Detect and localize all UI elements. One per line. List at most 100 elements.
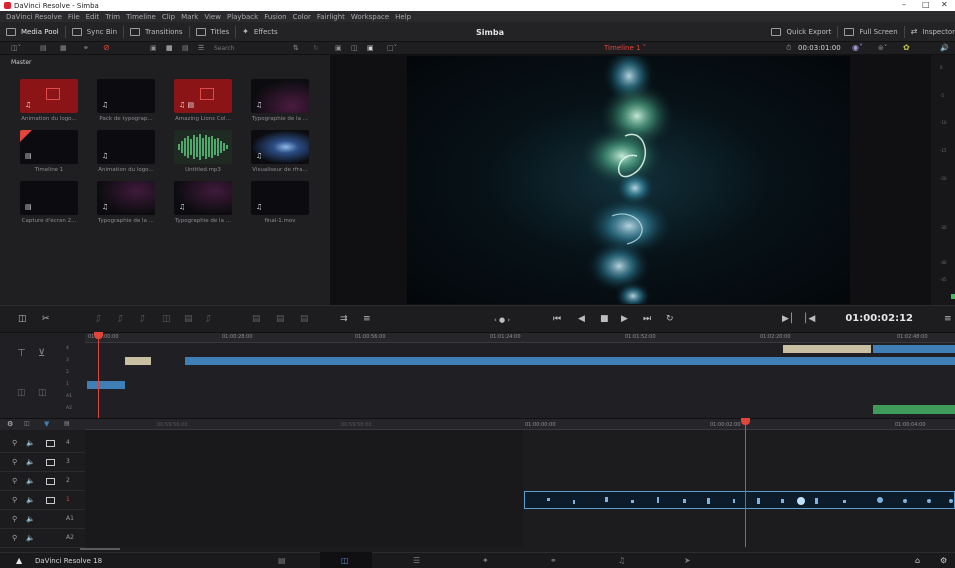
video-clip[interactable]	[873, 345, 955, 353]
sync-icon[interactable]: ↻	[313, 44, 319, 52]
clip-item[interactable]: Untitled.mp3	[174, 130, 232, 173]
color-swatch-icon[interactable]: ◉˅	[852, 43, 863, 52]
settings-gear-icon[interactable]: ⚙	[940, 556, 947, 565]
track-header[interactable]: ⚲ 🔈 1	[0, 491, 85, 510]
marker-icon[interactable]: ▼	[44, 420, 49, 428]
effects-button[interactable]: ✦ Effects	[236, 22, 284, 42]
close-up-icon[interactable]: ▤	[276, 314, 285, 324]
title-clip[interactable]	[125, 357, 151, 365]
speaker-icon[interactable]: 🔊	[940, 44, 949, 52]
dual-viewer-icon[interactable]: ◫	[351, 44, 358, 52]
playhead-handle[interactable]	[94, 332, 103, 339]
clip-item[interactable]: ♫ Typographie de la ...	[174, 181, 232, 224]
clip-item[interactable]: ♫ Animation du logo...	[20, 79, 78, 122]
track-header[interactable]: ⚲ 🔈 A2	[0, 529, 85, 548]
speaker-icon[interactable]: 🔈	[26, 496, 35, 504]
menu-mark[interactable]: Mark	[181, 13, 198, 21]
video-clip[interactable]	[87, 381, 125, 389]
quick-export-button[interactable]: Quick Export	[765, 22, 837, 42]
lower-timeline-ruler[interactable]: 00:59:56:00 00:59:58:00 01:00:00:00 01:0…	[85, 418, 955, 430]
snap-icon[interactable]: ◫	[24, 420, 30, 427]
cut-page-icon[interactable]: ◫	[341, 556, 349, 565]
maximize-icon[interactable]: □	[922, 0, 930, 9]
monitor-icon[interactable]	[46, 497, 55, 504]
media-pool-button[interactable]: Media Pool	[0, 22, 65, 42]
clip-item[interactable]: ▤ Capture d'écran 2...	[20, 181, 78, 224]
monitor-icon[interactable]	[46, 459, 55, 466]
flag-icon[interactable]: ◫	[38, 388, 47, 398]
track-header[interactable]: ⚲ 🔈 A1	[0, 510, 85, 529]
menu-fairlight[interactable]: Fairlight	[317, 13, 345, 21]
clip-item[interactable]: ♫ final-1.mov	[251, 181, 309, 224]
menu-clip[interactable]: Clip	[162, 13, 175, 21]
close-icon[interactable]: ✕	[941, 0, 948, 9]
menu-icon[interactable]: ≡	[944, 314, 952, 324]
full-screen-button[interactable]: Full Screen	[838, 22, 903, 42]
sync-bin-button[interactable]: Sync Bin	[66, 22, 123, 42]
fit-to-fill-icon[interactable]: ▤	[252, 314, 261, 324]
panel-toggle-icon[interactable]: ◫˅	[11, 44, 21, 52]
transform-icon[interactable]: ⊛˅	[878, 44, 887, 52]
go-to-end-icon[interactable]: ⏭	[643, 314, 651, 324]
menu-timeline[interactable]: Timeline	[126, 13, 156, 21]
insert-clip-icon[interactable]: ◫	[18, 314, 27, 324]
clip-item[interactable]: ▤ Timeline 1	[20, 130, 78, 173]
overwrite-icon[interactable]: ⎎	[118, 314, 123, 324]
grid-view-icon[interactable]: ▦	[166, 44, 173, 52]
viewer-options-icon[interactable]: □˅	[387, 44, 397, 52]
wrench-icon[interactable]: ⚙	[7, 420, 13, 428]
lock-icon[interactable]: ⚲	[12, 515, 17, 523]
menu-playback[interactable]: Playback	[227, 13, 258, 21]
metadata-view-icon[interactable]: ▤	[182, 44, 189, 52]
jog-control-icon[interactable]: ‹ ● ›	[494, 316, 510, 324]
track-header[interactable]: ⚲ 🔈 4	[0, 434, 85, 453]
fairlight-page-icon[interactable]: ♫	[618, 556, 625, 565]
clip-item[interactable]: ♫ Pack de typograp...	[97, 79, 155, 122]
video-frame[interactable]	[407, 56, 850, 304]
timeline-options-icon[interactable]: ⇉	[340, 314, 348, 324]
speaker-icon[interactable]: 🔈	[26, 477, 35, 485]
track-header[interactable]: ⚲ 🔈 3	[0, 453, 85, 472]
play-icon[interactable]: ▶	[621, 314, 628, 324]
loop-icon[interactable]: ↻	[666, 314, 674, 324]
title-clip[interactable]	[783, 345, 871, 353]
monitor-icon[interactable]	[46, 478, 55, 485]
zoom-icon[interactable]: ▤	[64, 420, 70, 427]
play-reverse-icon[interactable]: ◀	[578, 314, 585, 324]
monitor-icon[interactable]	[46, 440, 55, 447]
lock-icon[interactable]: ⚲	[12, 496, 17, 504]
lock-icon[interactable]: ⚲	[12, 477, 17, 485]
lower-timeline[interactable]	[0, 430, 955, 547]
list-view-icon[interactable]: ☰	[198, 44, 204, 52]
titles-button[interactable]: Titles	[190, 22, 236, 42]
playhead[interactable]	[745, 420, 746, 547]
append-icon[interactable]: ▤	[184, 314, 193, 324]
place-on-top-icon[interactable]: ◫	[162, 314, 171, 324]
viewer-mode-icon[interactable]: ▣	[335, 44, 342, 52]
home-icon[interactable]: ⌂	[915, 556, 920, 565]
thumbnail-view-icon[interactable]: ▣	[150, 44, 157, 52]
deliver-page-icon[interactable]: ➤	[684, 556, 691, 565]
video-clip-filmstrip[interactable]	[524, 491, 955, 509]
clip-item[interactable]: ♫ ▤ Amazing Lions Col...	[174, 79, 232, 122]
playhead[interactable]	[98, 334, 99, 418]
timeline-selector[interactable]: Timeline 1 ˅	[604, 44, 646, 52]
ripple-icon[interactable]: ⎎	[206, 314, 211, 324]
clip-item[interactable]: ♫ Visualiseur de rfra...	[251, 130, 309, 173]
lock-icon[interactable]: ⚲	[12, 439, 17, 447]
sort-icon[interactable]: ⇅	[293, 44, 299, 52]
menu-help[interactable]: Help	[395, 13, 411, 21]
clip-item[interactable]: ♫ Animation du logo...	[97, 130, 155, 173]
playhead-handle[interactable]	[741, 418, 750, 425]
minimize-icon[interactable]: –	[902, 0, 906, 9]
track-header[interactable]: ⚲ 🔈 2	[0, 472, 85, 491]
clip-item[interactable]: ♫ Typographie de la ...	[251, 79, 309, 122]
inspector-button[interactable]: ⇄ Inspector	[905, 22, 955, 42]
color-page-icon[interactable]: ⚭	[550, 556, 557, 565]
timecode-display[interactable]: 01:00:02:12	[845, 313, 913, 324]
lock-icon[interactable]: ⚲	[12, 534, 17, 542]
media-page-icon[interactable]: ▤	[278, 556, 286, 565]
menu-trim[interactable]: Trim	[105, 13, 120, 21]
horizontal-scrollbar[interactable]	[80, 548, 120, 550]
transitions-button[interactable]: Transitions	[124, 22, 189, 42]
